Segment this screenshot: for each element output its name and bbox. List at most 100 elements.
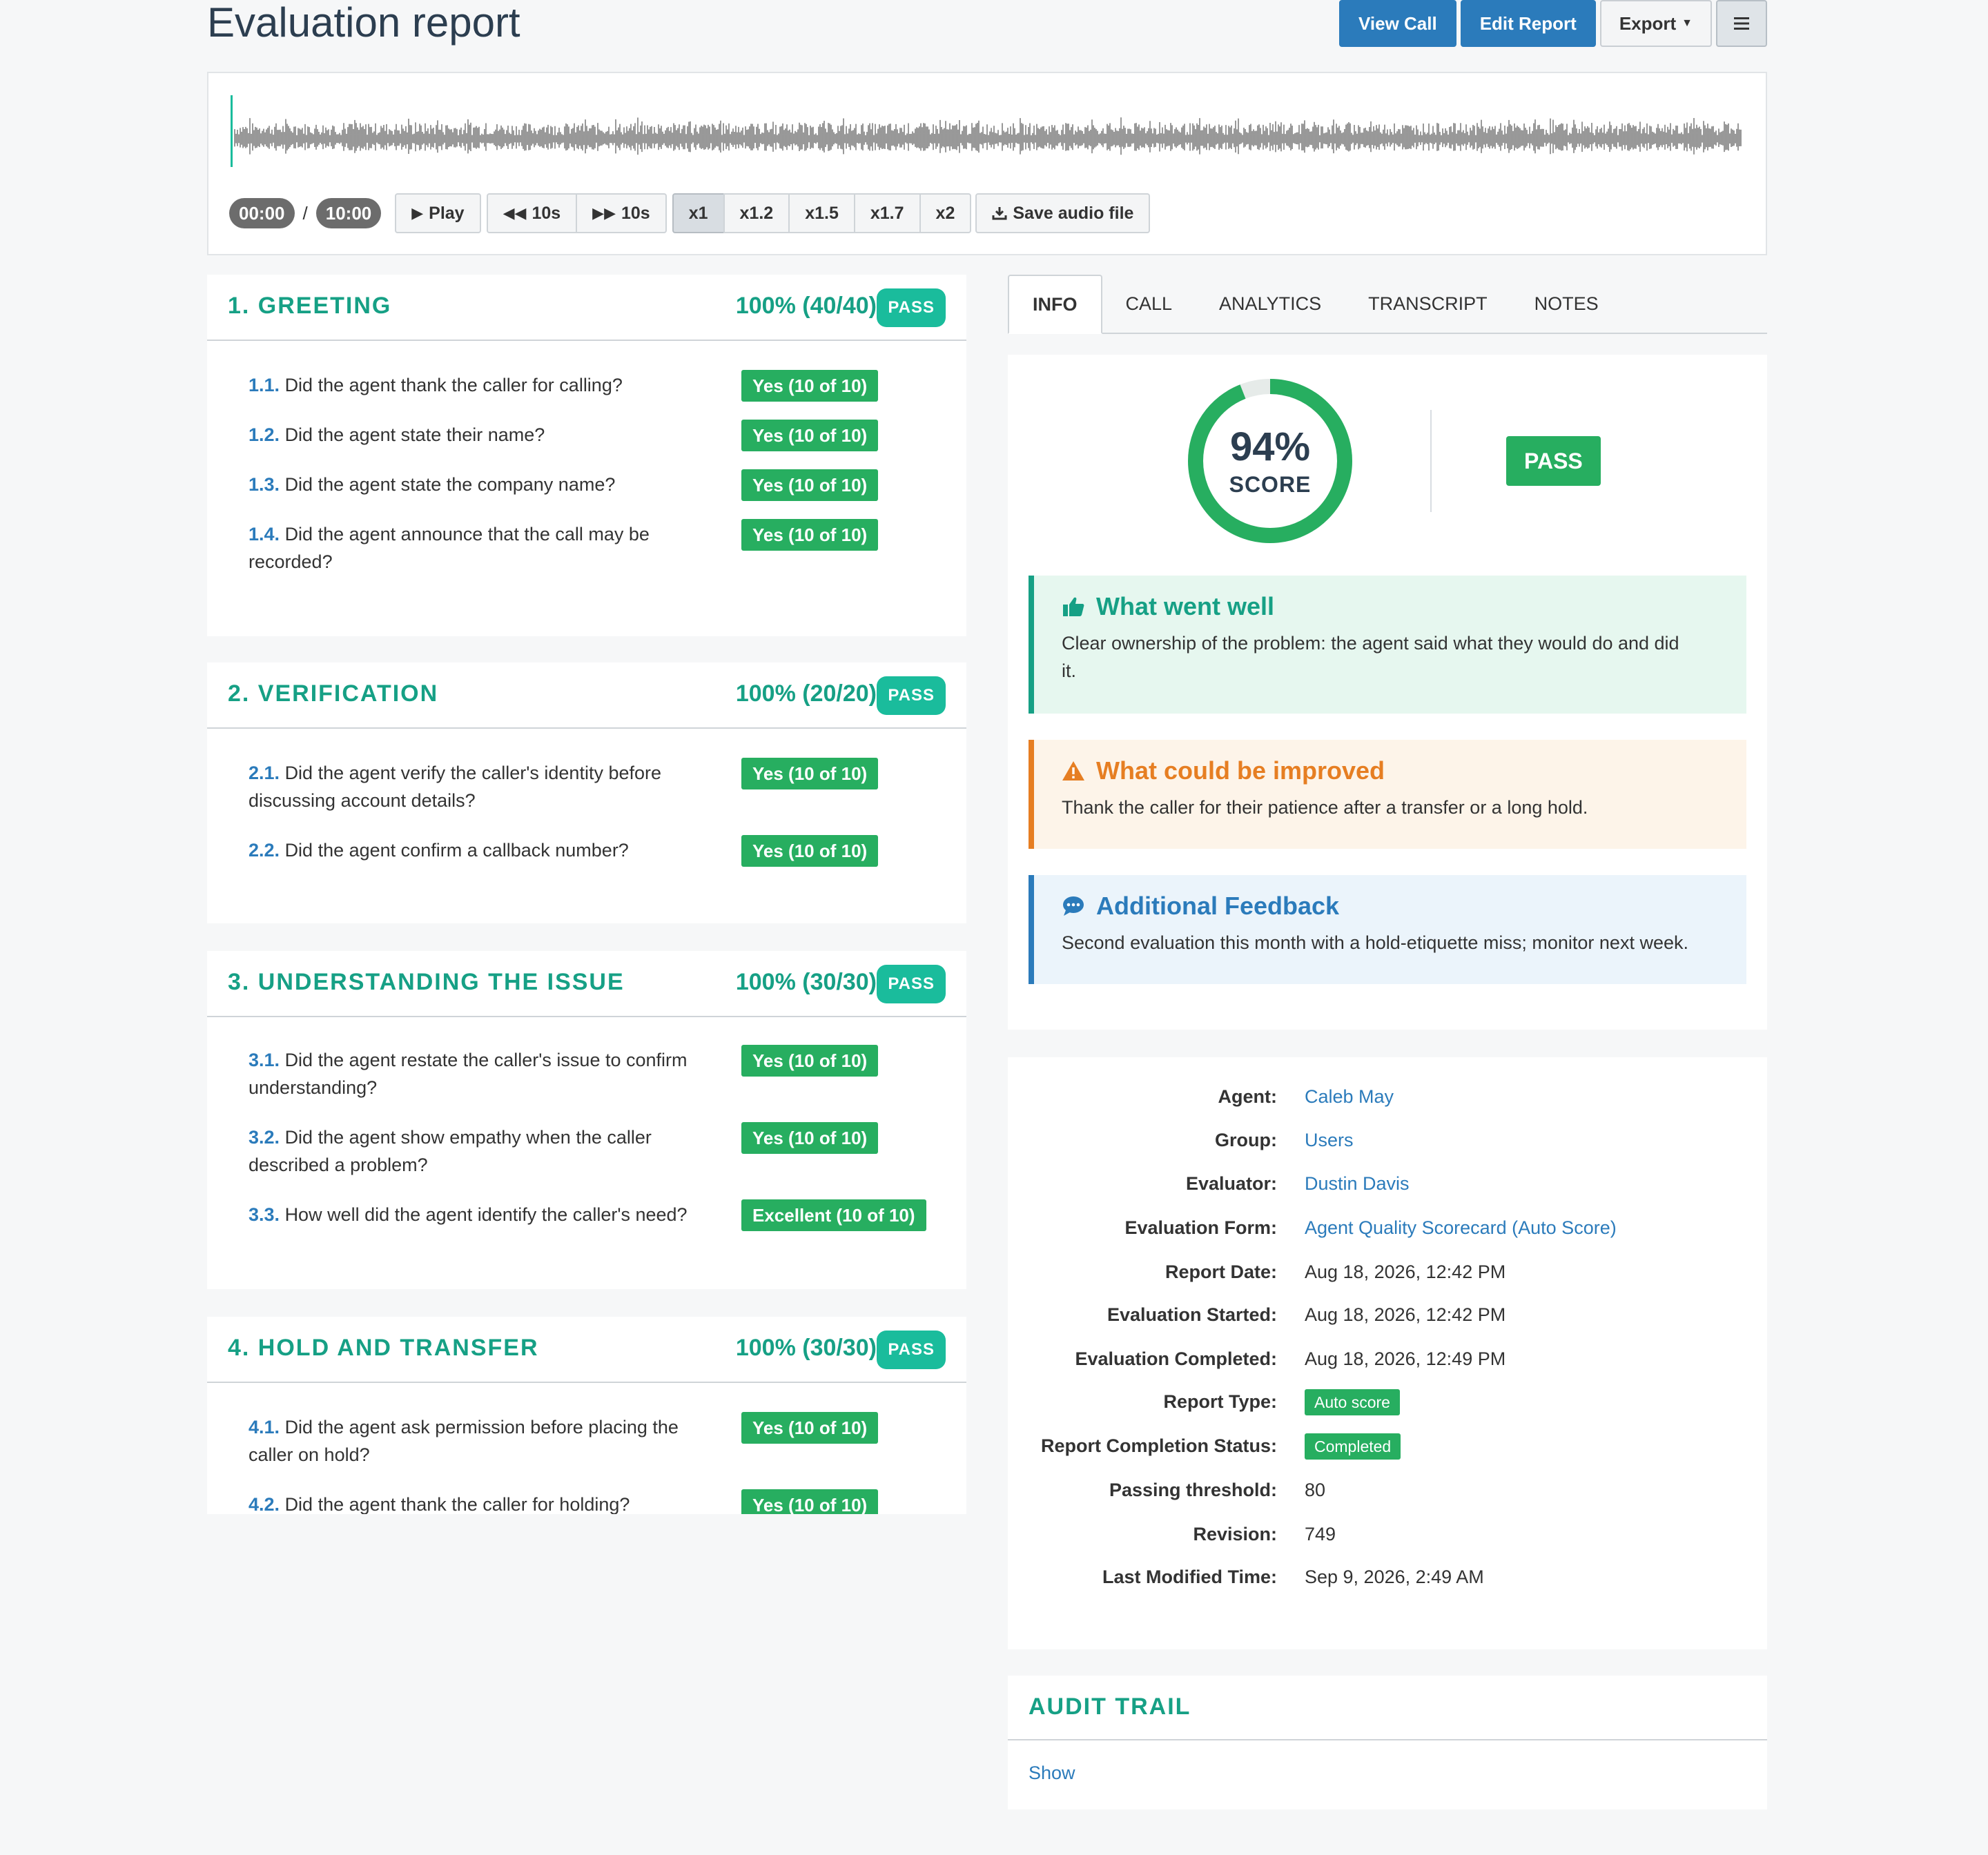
edit-report-button[interactable]: Edit Report bbox=[1460, 0, 1596, 47]
tab-notes[interactable]: NOTES bbox=[1511, 275, 1622, 333]
question-row: 4.1. Did the agent ask permission before… bbox=[248, 1412, 939, 1469]
hamburger-menu-button[interactable] bbox=[1716, 0, 1767, 47]
save-audio-label: Save audio file bbox=[1013, 203, 1134, 223]
speed-x1-button[interactable]: x1 bbox=[672, 193, 725, 233]
time-separator: / bbox=[302, 202, 308, 224]
question-text: 1.3. Did the agent state the company nam… bbox=[248, 471, 690, 498]
evaluation-form-link[interactable]: Agent Quality Scorecard (Auto Score) bbox=[1305, 1217, 1617, 1239]
section-greeting: 1. GREETING 100% (40/40) PASS 1.1. Did t… bbox=[207, 275, 966, 636]
answer-badge: Yes (10 of 10) bbox=[741, 1412, 879, 1444]
playhead-cursor[interactable] bbox=[231, 95, 233, 167]
what-went-well-title: What went well bbox=[1062, 592, 1691, 621]
section-header: 2. VERIFICATION 100% (20/20) PASS bbox=[207, 662, 966, 729]
meta-value: 80 bbox=[1305, 1480, 1326, 1500]
hamburger-icon bbox=[1734, 17, 1749, 30]
play-button[interactable]: ▶ Play bbox=[395, 193, 481, 233]
question-label: Did the agent state the company name? bbox=[284, 474, 616, 495]
answer-badge: Yes (10 of 10) bbox=[741, 469, 879, 501]
tab-info[interactable]: INFO bbox=[1008, 275, 1102, 334]
question-number: 3.1. bbox=[248, 1050, 280, 1070]
info-panel: 94% SCORE PASS What went well Clear owne… bbox=[1008, 355, 1767, 1030]
audit-trail-divider bbox=[1008, 1739, 1767, 1740]
completion-status-badge: Completed bbox=[1305, 1433, 1401, 1460]
section-title: 2. VERIFICATION bbox=[228, 680, 439, 707]
play-icon: ▶ bbox=[411, 204, 424, 222]
waveform[interactable] bbox=[229, 92, 1746, 175]
answer-badge: Yes (10 of 10) bbox=[741, 1045, 879, 1077]
section-title: 3. UNDERSTANDING THE ISSUE bbox=[228, 969, 625, 995]
speed-x1-7-button[interactable]: x1.7 bbox=[853, 193, 921, 233]
evaluator-link[interactable]: Dustin Davis bbox=[1305, 1173, 1410, 1195]
agent-link[interactable]: Caleb May bbox=[1305, 1086, 1394, 1108]
meta-row-evaluation-started: Evaluation Started: Aug 18, 2026, 12:42 … bbox=[1008, 1304, 1767, 1339]
section-pass-badge: PASS bbox=[877, 676, 946, 715]
section-header: 1. GREETING 100% (40/40) PASS bbox=[207, 275, 966, 341]
rewind-button[interactable]: ◀◀ 10s bbox=[486, 193, 578, 233]
what-could-be-improved-heading: What could be improved bbox=[1096, 756, 1385, 785]
meta-row-report-date: Report Date: Aug 18, 2026, 12:42 PM bbox=[1008, 1262, 1767, 1296]
meta-row-group: Group: Users bbox=[1008, 1130, 1767, 1164]
meta-label: Revision: bbox=[1193, 1524, 1277, 1544]
play-label: Play bbox=[429, 203, 465, 223]
question-number: 1.3. bbox=[248, 474, 280, 495]
audit-trail-show-link[interactable]: Show bbox=[1029, 1763, 1075, 1784]
report-details-panel: Agent: Caleb May Group: Users Evaluator:… bbox=[1008, 1057, 1767, 1649]
question-row: 3.1. Did the agent restate the caller's … bbox=[248, 1045, 939, 1101]
meta-value: Completed bbox=[1305, 1433, 1401, 1460]
score-label: SCORE bbox=[1229, 472, 1312, 497]
speed-x1-2-button[interactable]: x1.2 bbox=[723, 193, 790, 233]
tab-call[interactable]: CALL bbox=[1102, 275, 1196, 333]
speed-x1-5-button[interactable]: x1.5 bbox=[788, 193, 855, 233]
meta-row-last-modified: Last Modified Time: Sep 9, 2026, 2:49 AM bbox=[1008, 1567, 1767, 1601]
answer-badge: Yes (10 of 10) bbox=[741, 370, 879, 402]
meta-label: Report Completion Status: bbox=[1041, 1435, 1277, 1456]
view-call-button[interactable]: View Call bbox=[1339, 0, 1456, 47]
audio-player: 00:00 / 10:00 ▶ Play ◀◀ 10s ▶▶ 10s x1 x1… bbox=[207, 72, 1767, 255]
report-type-badge: Auto score bbox=[1305, 1389, 1400, 1415]
speed-x2-button[interactable]: x2 bbox=[919, 193, 972, 233]
question-text: 4.2. Did the agent thank the caller for … bbox=[248, 1491, 690, 1514]
question-number: 4.2. bbox=[248, 1494, 280, 1514]
question-label: How well did the agent identify the call… bbox=[284, 1204, 688, 1225]
answer-badge: Yes (10 of 10) bbox=[741, 835, 879, 867]
what-went-well-box: What went well Clear ownership of the pr… bbox=[1029, 576, 1746, 714]
what-went-well-heading: What went well bbox=[1096, 592, 1275, 620]
evaluation-report-page: Evaluation report View Call Edit Report … bbox=[0, 0, 1988, 1855]
export-label: Export bbox=[1619, 12, 1677, 34]
what-went-well-text: Clear ownership of the problem: the agen… bbox=[1062, 633, 1679, 681]
score-value: 94% bbox=[1229, 424, 1311, 469]
section-hold-transfer: 4. HOLD AND TRANSFER 100% (30/30) PASS 4… bbox=[207, 1317, 966, 1514]
question-label: Did the agent confirm a callback number? bbox=[284, 840, 629, 861]
meta-value: Aug 18, 2026, 12:42 PM bbox=[1305, 1304, 1506, 1325]
answer-badge: Excellent (10 of 10) bbox=[741, 1199, 926, 1231]
meta-label: Passing threshold: bbox=[1109, 1480, 1277, 1500]
question-label: Did the agent announce that the call may… bbox=[248, 524, 650, 572]
save-audio-button[interactable]: Save audio file bbox=[975, 193, 1151, 233]
report-tabs: INFO CALL ANALYTICS TRANSCRIPT NOTES bbox=[1008, 275, 1767, 334]
play-group: ▶ Play bbox=[395, 193, 481, 233]
tab-analytics[interactable]: ANALYTICS bbox=[1196, 275, 1345, 333]
what-could-be-improved-box: What could be improved Thank the caller … bbox=[1029, 740, 1746, 849]
group-link[interactable]: Users bbox=[1305, 1130, 1354, 1151]
tab-transcript[interactable]: TRANSCRIPT bbox=[1345, 275, 1511, 333]
warning-icon bbox=[1062, 761, 1084, 781]
answer-badge: Yes (10 of 10) bbox=[741, 519, 879, 551]
question-number: 1.1. bbox=[248, 375, 280, 395]
export-dropdown-button[interactable]: Export ▼ bbox=[1599, 0, 1712, 47]
question-text: 1.4. Did the agent announce that the cal… bbox=[248, 520, 690, 576]
forward-label: 10s bbox=[621, 203, 650, 223]
page-title: Evaluation report bbox=[207, 0, 520, 46]
answer-badge: Yes (10 of 10) bbox=[741, 758, 879, 789]
question-text: 1.1. Did the agent thank the caller for … bbox=[248, 371, 690, 399]
question-label: Did the agent state their name? bbox=[284, 424, 545, 445]
waveform-bars bbox=[234, 117, 1742, 155]
forward-button[interactable]: ▶▶ 10s bbox=[576, 193, 667, 233]
question-text: 2.1. Did the agent verify the caller's i… bbox=[248, 759, 690, 814]
rewind-label: 10s bbox=[532, 203, 561, 223]
question-text: 4.1. Did the agent ask permission before… bbox=[248, 1413, 690, 1469]
question-row: 1.3. Did the agent state the company nam… bbox=[248, 469, 939, 501]
meta-row-report-type: Report Type: Auto score bbox=[1008, 1389, 1767, 1426]
save-group: Save audio file bbox=[975, 193, 1151, 233]
question-row: 1.4. Did the agent announce that the cal… bbox=[248, 519, 939, 576]
section-title: 4. HOLD AND TRANSFER bbox=[228, 1335, 539, 1361]
